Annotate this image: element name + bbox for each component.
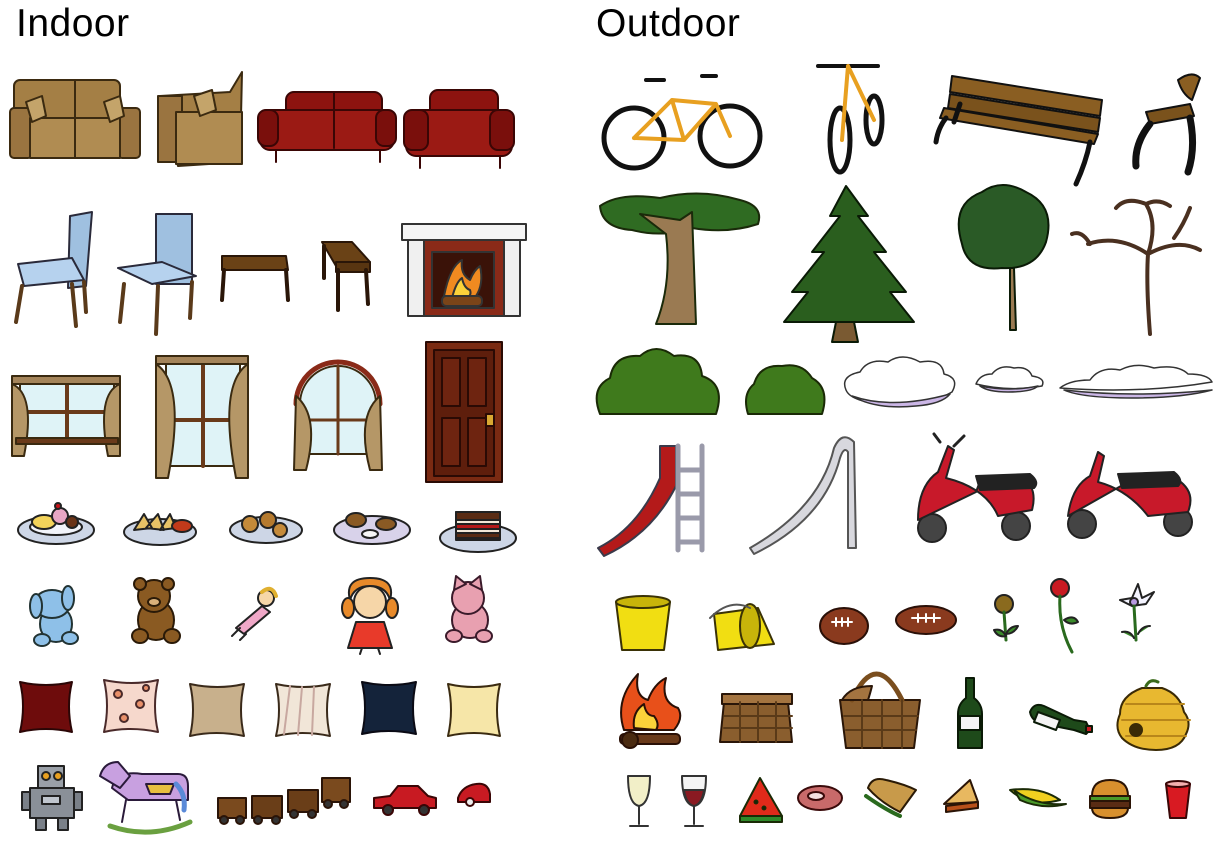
armchair-icon — [403, 89, 515, 169]
stuffed-cat-icon — [445, 575, 493, 643]
cookies-plate-icon — [229, 511, 303, 544]
doll-icon — [341, 577, 399, 655]
pillow-icon — [19, 681, 73, 733]
window-icon — [155, 355, 249, 479]
indoor-section: Indoor — [0, 0, 590, 842]
park-bench-icon — [1132, 73, 1201, 176]
picnic-basket-icon — [719, 693, 793, 743]
pillow-icon — [189, 683, 245, 737]
picnic-basket-icon — [839, 671, 921, 749]
hamburger-icon — [1089, 779, 1131, 819]
sandwich-icon — [864, 778, 917, 818]
pillow-icon — [275, 683, 331, 737]
sofa-icon — [9, 79, 141, 159]
chicken-plate-icon — [333, 512, 411, 545]
bicycle-icon — [601, 74, 763, 171]
fireplace-icon — [401, 223, 527, 317]
cloud-icon — [1059, 364, 1213, 399]
indoor-clipart — [9, 71, 527, 835]
wine-bottle-icon — [957, 677, 983, 749]
dessert-plate-icon — [17, 502, 95, 545]
pie-slice-icon — [943, 779, 979, 813]
toy-train-icon — [217, 777, 351, 825]
toy-car-icon — [457, 782, 491, 807]
corn-icon — [1009, 788, 1067, 808]
chair-icon — [14, 211, 93, 328]
scooter-icon — [917, 432, 1038, 543]
slide-icon — [597, 443, 705, 557]
rocking-horse-icon — [99, 761, 193, 835]
tree-icon — [599, 192, 761, 325]
steak-icon — [797, 785, 843, 811]
door-icon — [425, 341, 503, 483]
armchair-icon — [157, 71, 243, 167]
wine-glass-icon — [681, 775, 707, 827]
tree-icon — [957, 184, 1050, 331]
nachos-plate-icon — [123, 513, 197, 546]
bicycle-icon — [816, 64, 885, 175]
rose-icon — [1050, 578, 1079, 654]
flower-icon — [1119, 583, 1155, 642]
slide-icon — [749, 436, 857, 555]
arched-window-icon — [293, 359, 383, 471]
chair-icon — [117, 213, 197, 336]
sofa-icon — [257, 91, 397, 163]
watermelon-icon — [739, 777, 783, 823]
side-table-icon — [220, 255, 290, 302]
beehive-icon — [1116, 679, 1191, 751]
window-icon — [11, 375, 121, 457]
pillow-icon — [103, 679, 159, 733]
toy-car-icon — [373, 785, 437, 816]
pine-tree-icon — [783, 185, 915, 343]
cake-plate-icon — [439, 511, 517, 553]
scooter-icon — [1067, 451, 1193, 539]
stuffed-bunny-icon — [29, 585, 79, 647]
side-table-icon — [321, 241, 371, 312]
flower-icon — [993, 594, 1019, 642]
bucket-icon — [615, 595, 671, 651]
park-bench-icon — [933, 75, 1103, 187]
cloud-icon — [843, 356, 956, 408]
campfire-icon — [619, 673, 682, 749]
doll-icon — [231, 586, 278, 641]
cloud-icon — [975, 366, 1044, 393]
outdoor-clipart — [595, 64, 1213, 827]
bush-icon — [745, 364, 826, 415]
bare-tree-icon — [1070, 198, 1202, 336]
wine-glass-icon — [627, 775, 651, 827]
cup-icon — [1165, 780, 1191, 819]
bucket-icon — [709, 603, 775, 651]
outdoor-section: Outdoor — [590, 0, 1220, 842]
football-icon — [819, 607, 869, 645]
wine-bottle-icon — [1029, 703, 1093, 735]
teddy-bear-icon — [131, 577, 181, 644]
robot-icon — [21, 765, 83, 831]
pillow-icon — [447, 683, 501, 737]
bush-icon — [595, 348, 720, 415]
football-icon — [895, 605, 957, 635]
pillow-icon — [361, 681, 417, 735]
